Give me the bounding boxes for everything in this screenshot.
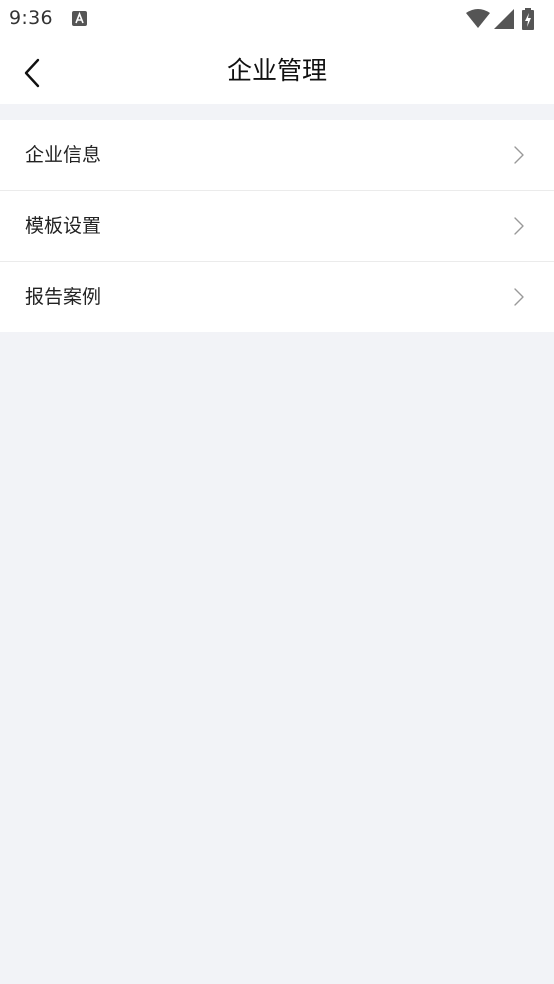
- menu-list: 企业信息 模板设置 报告案例: [0, 120, 554, 332]
- signal-icon: [494, 9, 514, 29]
- menu-item-label: 报告案例: [25, 286, 102, 308]
- status-time: 9:36: [9, 7, 53, 29]
- menu-item-template-settings[interactable]: 模板设置: [0, 190, 554, 261]
- nav-bar: 企业管理: [0, 38, 554, 104]
- chevron-right-icon: [514, 146, 524, 164]
- menu-item-report-cases[interactable]: 报告案例: [0, 261, 554, 332]
- chevron-right-icon: [514, 288, 524, 306]
- menu-item-label: 模板设置: [25, 215, 102, 237]
- wifi-icon: [466, 9, 490, 28]
- menu-item-company-info[interactable]: 企业信息: [0, 120, 554, 190]
- text-a-icon: [72, 11, 87, 26]
- status-icons: [466, 8, 546, 30]
- menu-item-label: 企业信息: [25, 144, 102, 166]
- back-button[interactable]: [10, 50, 54, 94]
- status-bar: 9:36: [0, 0, 554, 38]
- battery-charging-icon: [522, 8, 534, 30]
- chevron-left-icon: [24, 58, 40, 88]
- chevron-right-icon: [514, 217, 524, 235]
- page-title: 企业管理: [226, 56, 327, 85]
